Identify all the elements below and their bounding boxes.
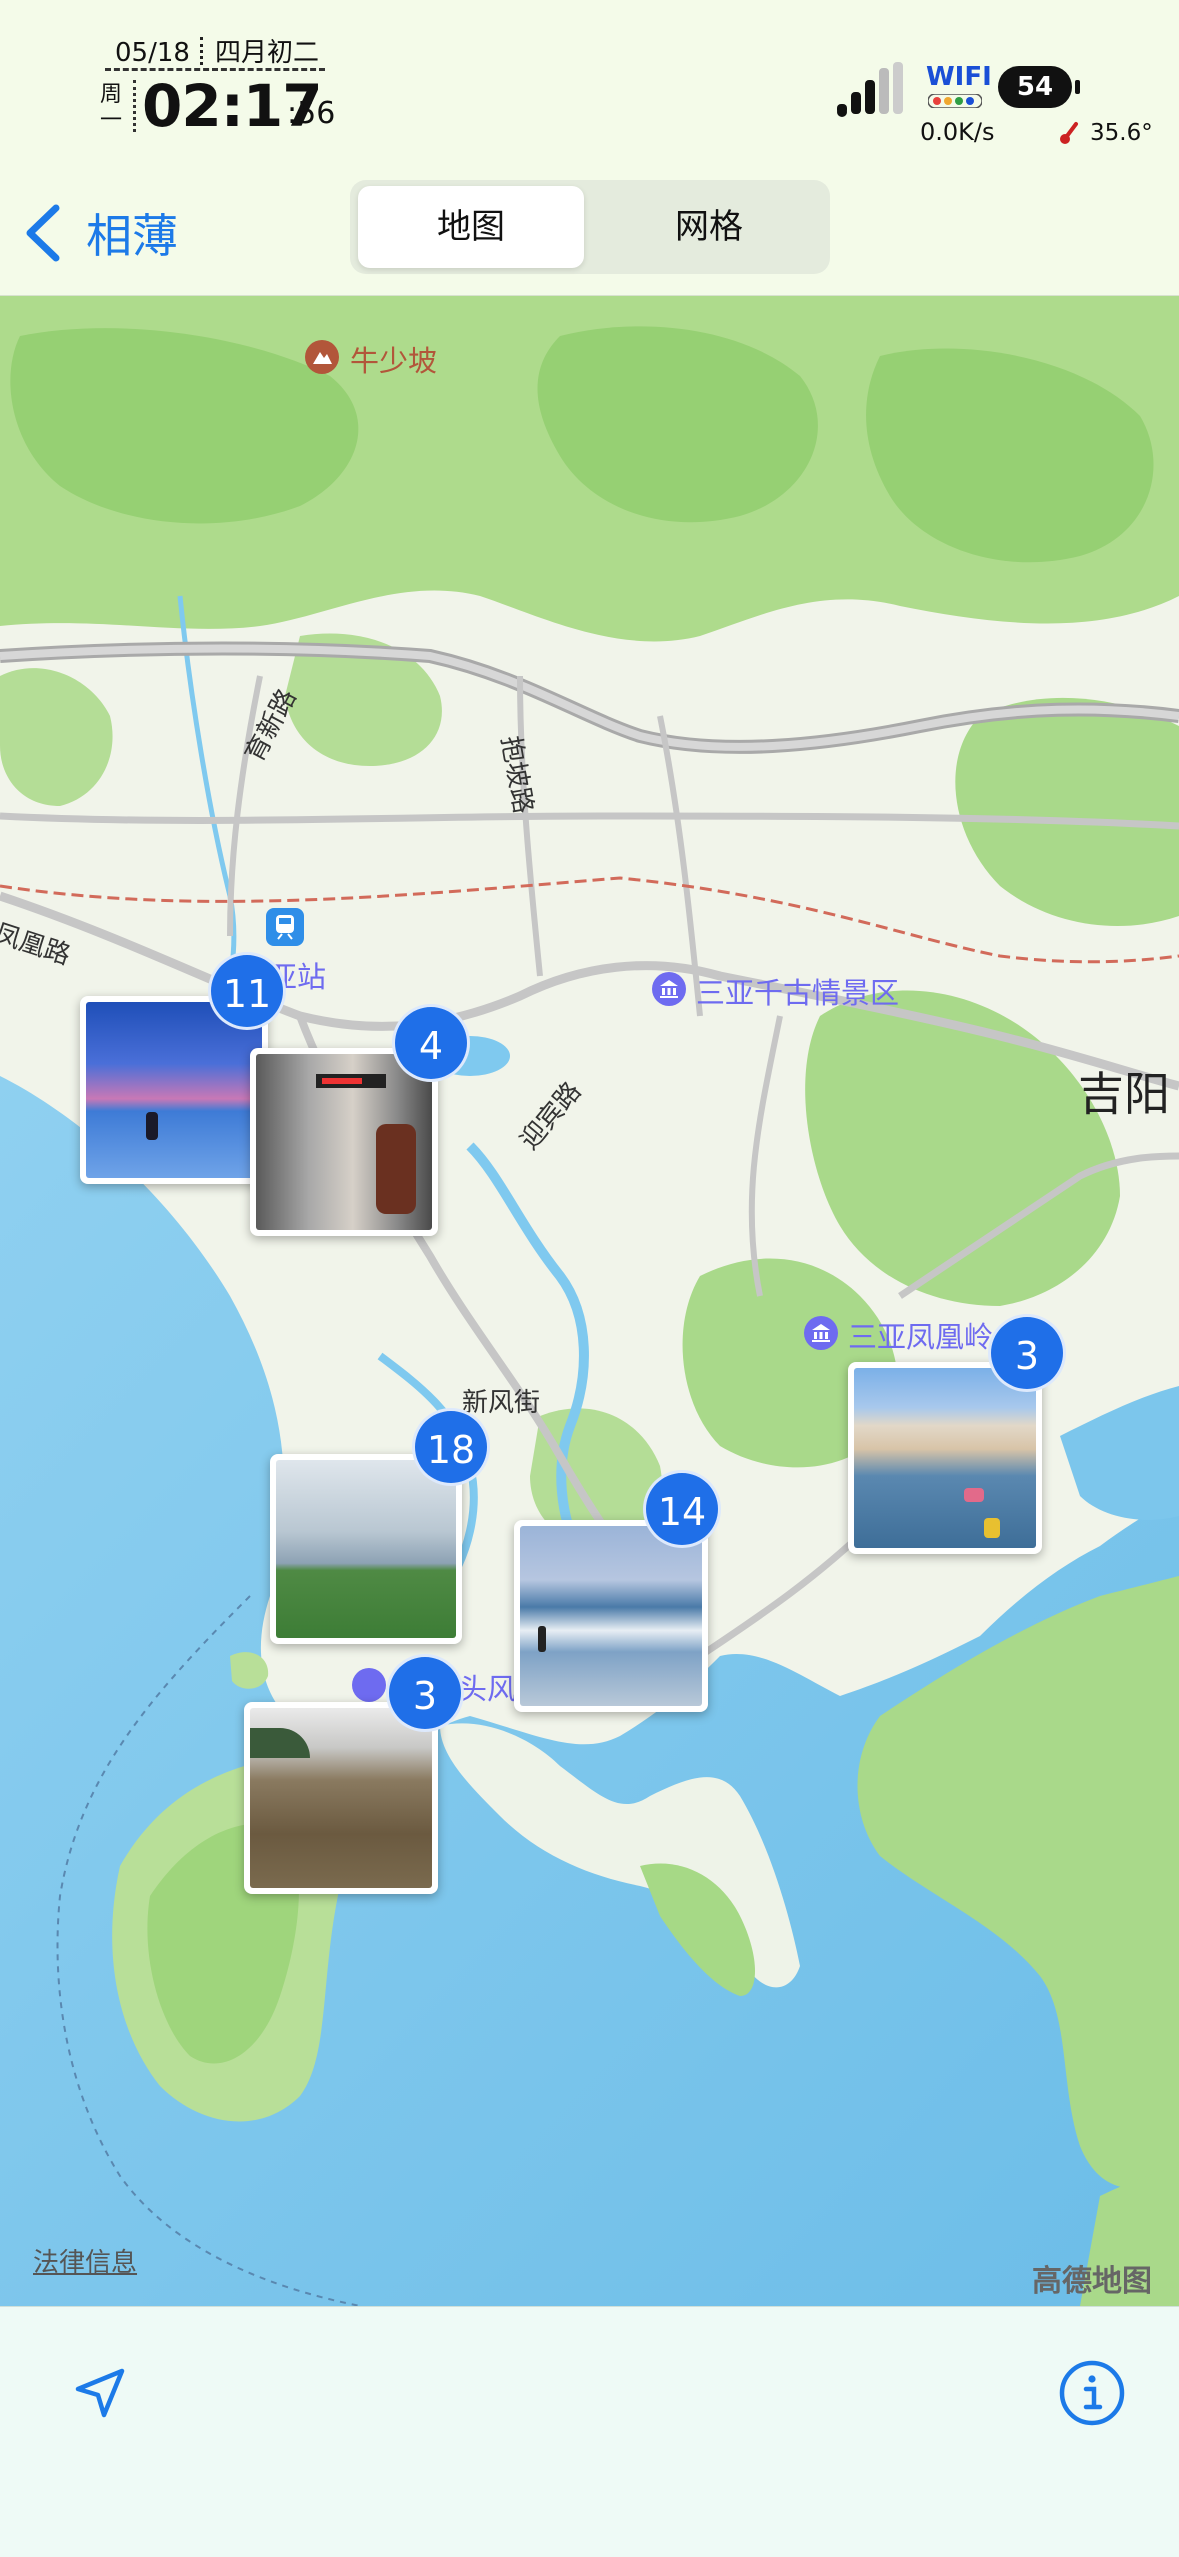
map-base — [0, 296, 1179, 2306]
bus-interior-photo — [256, 1054, 432, 1230]
surf-beach-photo — [520, 1526, 702, 1706]
view-segmented-control: 地图 网格 — [350, 180, 830, 274]
info-icon[interactable] — [1058, 2359, 1126, 2427]
chevron-left-icon — [26, 204, 60, 262]
poi-fenghuangling[interactable]: 三亚凤凰岭 — [848, 1314, 993, 1356]
poi-niushaopo[interactable]: 牛少坡 — [350, 338, 437, 380]
thermometer-icon — [1060, 122, 1078, 144]
date-text: 05/18 — [115, 38, 190, 68]
cluster-count-badge[interactable]: 11 — [208, 952, 286, 1030]
photo-cluster-crowd[interactable] — [848, 1362, 1042, 1554]
poi-toufeng[interactable]: 头风 — [458, 1666, 516, 1708]
cluster-count-badge[interactable]: 3 — [386, 1654, 464, 1732]
mountain-icon — [313, 352, 332, 364]
photo-cluster-rocks[interactable] — [244, 1702, 438, 1894]
weekday-text: 周一 — [100, 82, 123, 133]
location-arrow-icon[interactable] — [70, 2363, 130, 2423]
poi-qiangu[interactable]: 三亚千古情景区 — [696, 970, 899, 1012]
clock-seconds: :56 — [287, 96, 336, 131]
status-date: 05/18 四月初二 — [115, 32, 319, 69]
temperature: 35.6° — [1060, 120, 1153, 146]
landmark-icon — [660, 980, 678, 998]
temperature-text: 35.6° — [1090, 120, 1153, 146]
legal-info-link[interactable]: 法律信息 — [33, 2242, 137, 2279]
wifi-label: WIFI — [926, 62, 992, 92]
cluster-count-badge[interactable]: 18 — [412, 1408, 490, 1486]
tab-map[interactable]: 地图 — [358, 186, 584, 268]
train-icon — [276, 915, 294, 940]
photo-cluster-surf[interactable] — [514, 1520, 708, 1712]
district-label: 吉阳 — [1078, 1067, 1170, 1121]
road-label-xinfeng: 新风街 — [462, 1388, 541, 1418]
scenic-poi-icon-3 — [352, 1668, 386, 1702]
tab-grid[interactable]: 网格 — [596, 186, 822, 268]
map-attribution: 高德地图 — [1032, 2264, 1152, 2299]
back-label: 相薄 — [86, 209, 178, 263]
cluster-count-badge[interactable]: 3 — [988, 1314, 1066, 1392]
lunar-date-text: 四月初二 — [214, 38, 319, 68]
landmark-icon — [812, 1324, 830, 1342]
wifi-dots-icon — [928, 94, 982, 108]
back-button[interactable]: 相薄 — [22, 200, 178, 266]
nav-bar: 相薄 地图 网格 — [0, 160, 1179, 296]
cluster-count-badge[interactable]: 4 — [392, 1004, 470, 1082]
rocky-shore-photo — [250, 1708, 432, 1888]
cluster-count-badge[interactable]: 14 — [643, 1470, 721, 1548]
hill-sea-view-photo — [276, 1460, 456, 1638]
photo-cluster-hill[interactable] — [270, 1454, 462, 1644]
map-view[interactable]: 牛少坡 亚站 三亚千古情景区 三亚凤凰岭 头风 育新路 抱坡路 迎宾路 新风街 … — [0, 296, 1179, 2306]
net-speed: 0.0K/s — [920, 118, 995, 146]
bottom-toolbar — [0, 2306, 1179, 2557]
battery-level: 54 — [998, 66, 1072, 108]
signal-icon — [837, 62, 903, 117]
crowded-beach-photo — [854, 1368, 1036, 1548]
status-bar: 05/18 四月初二 周一 02:17 :56 WIFI 0.0K/s 54 35… — [0, 0, 1179, 160]
